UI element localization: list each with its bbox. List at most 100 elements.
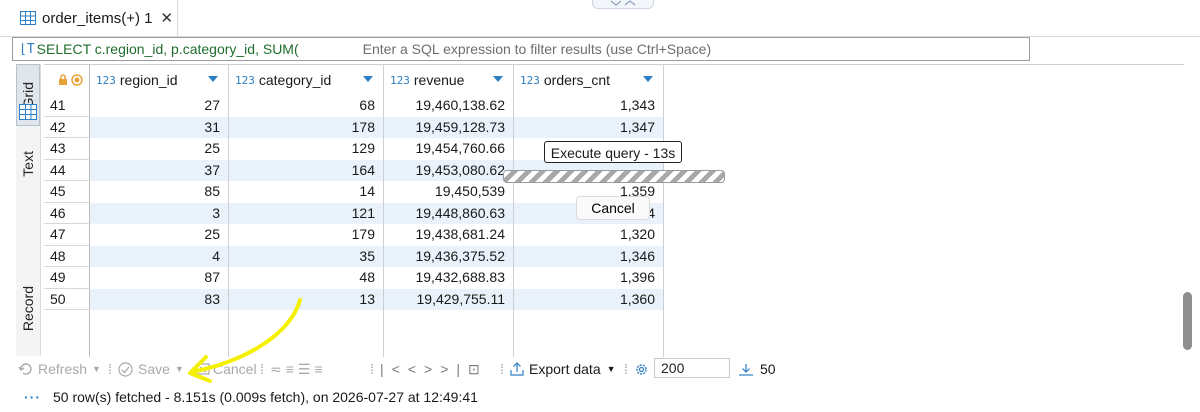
save-button[interactable]: Save ▼ — [118, 356, 184, 382]
cell-orders-cnt[interactable]: 1,360 — [514, 288, 664, 310]
cell-region-id[interactable]: 31 — [90, 116, 229, 138]
cell-revenue[interactable]: 19,429,755.11 — [384, 288, 514, 310]
row-number[interactable]: 45 — [44, 181, 90, 203]
export-data-button[interactable]: Export data ▼ — [510, 356, 616, 382]
cell-category-id[interactable]: 129 — [229, 138, 384, 160]
table-row[interactable]: 48 4 35 19,436,375.52 1,346 — [44, 245, 1184, 267]
lock-icon — [59, 74, 67, 85]
table-row[interactable]: 50 83 13 19,429,755.11 1,360 — [44, 288, 1184, 310]
sort-dropdown-icon[interactable] — [208, 76, 218, 82]
cell-region-id[interactable]: 3 — [90, 202, 229, 224]
row-number[interactable]: 47 — [44, 224, 90, 246]
cell-category-id[interactable]: 13 — [229, 288, 384, 310]
chevron-down-icon[interactable]: ▼ — [175, 364, 184, 374]
prev-page-icon[interactable]: < — [408, 361, 424, 377]
row-number[interactable]: 46 — [44, 202, 90, 224]
cell-revenue[interactable]: 19,450,539 — [384, 181, 514, 203]
cell-region-id[interactable]: 37 — [90, 159, 229, 181]
cell-category-id[interactable]: 14 — [229, 181, 384, 203]
cell-revenue[interactable]: 19,459,128.73 — [384, 116, 514, 138]
table-row[interactable]: 49 87 48 19,432,688.83 1,396 — [44, 267, 1184, 289]
cell-revenue[interactable]: 19,438,681.24 — [384, 224, 514, 246]
tab-order-items[interactable]: order_items(+) 1 ✕ — [0, 0, 178, 36]
vertical-scrollbar[interactable] — [1183, 292, 1192, 350]
column-header-orders-cnt[interactable]: 123 orders_cnt — [514, 65, 664, 95]
first-page-icon[interactable]: |< — [380, 361, 408, 377]
cell-category-id[interactable]: 164 — [229, 159, 384, 181]
fetch-all-label: 50 — [760, 361, 776, 377]
row-number[interactable]: 41 — [44, 95, 90, 117]
column-header-region-id[interactable]: 123 region_id — [90, 65, 229, 95]
row-number[interactable]: 44 — [44, 159, 90, 181]
table-row[interactable]: 42 31 178 19,459,128.73 1,347 — [44, 116, 1184, 138]
table-row[interactable]: 41 27 68 19,460,138.62 1,343 — [44, 95, 1184, 117]
close-icon[interactable]: ✕ — [160, 9, 173, 27]
cell-revenue[interactable]: 19,432,688.83 — [384, 267, 514, 289]
cell-revenue[interactable]: 19,436,375.52 — [384, 245, 514, 267]
panel-collapse-handle[interactable] — [592, 0, 654, 9]
cell-region-id[interactable]: 27 — [90, 95, 229, 117]
tab-text-label: Text — [20, 151, 36, 177]
cell-revenue[interactable]: 19,448,860.63 — [384, 202, 514, 224]
cell-category-id[interactable]: 35 — [229, 245, 384, 267]
query-text[interactable]: SELECT c.region_id, p.category_id, SUM( — [37, 41, 337, 57]
edit-row-icon[interactable]: ≂ — [270, 361, 286, 378]
more-options-icon[interactable]: ··· — [24, 389, 41, 405]
fetch-size-input[interactable] — [654, 358, 730, 378]
cell-region-id[interactable]: 25 — [90, 224, 229, 246]
row-number[interactable]: 50 — [44, 288, 90, 310]
tab-text[interactable]: Text — [16, 134, 40, 194]
grid-view-icon — [19, 104, 37, 120]
tab-record-label: Record — [20, 286, 36, 332]
cell-orders-cnt[interactable]: 1,346 — [514, 245, 664, 267]
copy-row-icon[interactable]: ☰ — [298, 361, 315, 378]
cell-category-id[interactable]: 121 — [229, 202, 384, 224]
row-number[interactable]: 49 — [44, 267, 90, 289]
numeric-type-icon: 123 — [520, 73, 540, 87]
cell-revenue[interactable]: 19,454,760.66 — [384, 138, 514, 160]
cell-region-id[interactable]: 4 — [90, 245, 229, 267]
cancel-query-button[interactable]: Cancel — [576, 196, 650, 220]
last-page-icon[interactable]: >| — [440, 361, 468, 377]
sort-dropdown-icon[interactable] — [493, 76, 503, 82]
gear-icon — [636, 363, 647, 375]
cell-category-id[interactable]: 178 — [229, 116, 384, 138]
cell-region-id[interactable]: 85 — [90, 181, 229, 203]
delete-row-icon[interactable]: ≡ — [314, 361, 326, 377]
cancel-changes-button[interactable]: Cancel — [196, 356, 257, 382]
column-header-category-id[interactable]: 123 category_id — [229, 65, 384, 95]
row-number[interactable]: 42 — [44, 116, 90, 138]
tab-record[interactable]: Record — [16, 264, 40, 354]
row-number[interactable]: 48 — [44, 245, 90, 267]
fetch-settings-button[interactable] — [634, 356, 649, 382]
add-row-icon[interactable]: ≡ — [286, 361, 298, 377]
row-number[interactable]: 43 — [44, 138, 90, 160]
column-header-revenue[interactable]: 123 revenue — [384, 65, 514, 95]
row-header-corner — [44, 65, 90, 95]
cell-category-id[interactable]: 68 — [229, 95, 384, 117]
status-text: 50 row(s) fetched - 8.151s (0.009s fetch… — [53, 389, 478, 405]
cell-region-id[interactable]: 87 — [90, 267, 229, 289]
cell-orders-cnt[interactable]: 1,347 — [514, 116, 664, 138]
fetch-row-icon[interactable]: ⊡ — [468, 361, 488, 378]
cell-revenue[interactable]: 19,460,138.62 — [384, 95, 514, 117]
chevron-down-icon[interactable]: ▼ — [92, 364, 101, 374]
toolbar-separator: ⁞ — [500, 361, 504, 377]
cell-category-id[interactable]: 48 — [229, 267, 384, 289]
cell-region-id[interactable]: 25 — [90, 138, 229, 160]
cell-region-id[interactable]: 83 — [90, 288, 229, 310]
table-row[interactable]: 47 25 179 19,438,681.24 1,320 — [44, 224, 1184, 246]
fetch-all-button[interactable]: 50 — [738, 356, 776, 382]
cell-orders-cnt[interactable]: 1,343 — [514, 95, 664, 117]
cell-orders-cnt[interactable]: 1,396 — [514, 267, 664, 289]
column-name: orders_cnt — [543, 72, 611, 88]
cell-orders-cnt[interactable]: 1,320 — [514, 224, 664, 246]
sort-dropdown-icon[interactable] — [363, 76, 373, 82]
next-page-icon[interactable]: > — [424, 361, 440, 377]
cell-revenue[interactable]: 19,453,080.62 — [384, 159, 514, 181]
refresh-button[interactable]: Refresh ▼ — [18, 356, 101, 382]
filter-input[interactable] — [360, 40, 965, 58]
cell-category-id[interactable]: 179 — [229, 224, 384, 246]
chevron-down-icon[interactable]: ▼ — [607, 364, 616, 374]
sort-dropdown-icon[interactable] — [643, 76, 653, 82]
